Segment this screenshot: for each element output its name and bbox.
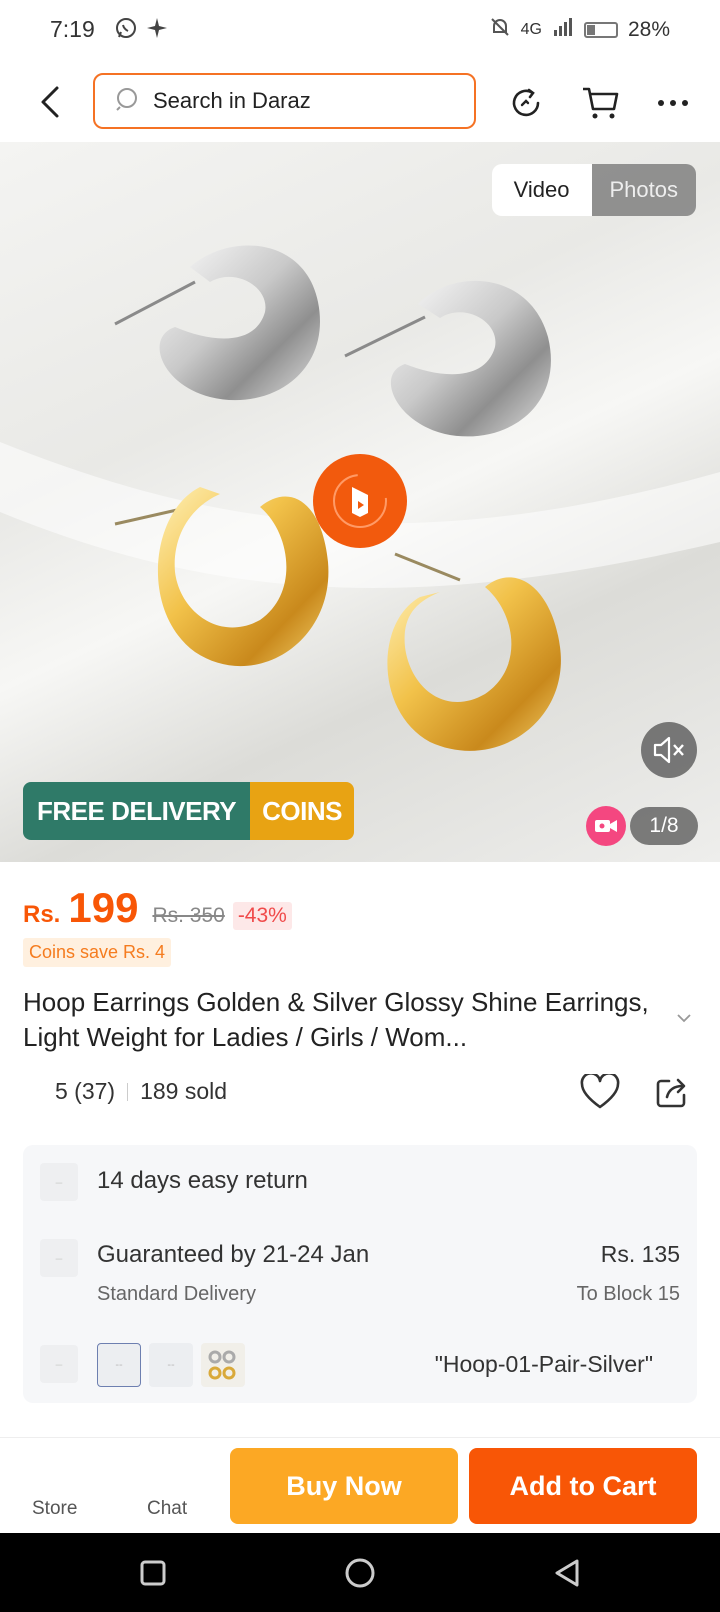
mute-button[interactable] — [641, 722, 697, 778]
more-menu-button[interactable] — [650, 80, 696, 126]
selected-variant[interactable]: "Hoop-01-Pair-Silver" — [435, 1351, 653, 1378]
current-price: 199 — [68, 884, 139, 931]
store-button[interactable]: Store — [32, 1498, 77, 1520]
rating-row[interactable]: 5 (37) 189 sold — [55, 1078, 227, 1105]
recent-apps-button[interactable] — [133, 1553, 173, 1593]
buy-now-button[interactable]: Buy Now — [230, 1448, 458, 1524]
sparkle-icon — [146, 17, 168, 44]
delivery-guarantee[interactable]: Guaranteed by 21-24 Jan — [97, 1241, 369, 1269]
circle-icon — [345, 1558, 375, 1588]
triangle-back-icon — [555, 1559, 579, 1587]
speaker-muted-icon — [653, 736, 684, 764]
tab-video[interactable]: Video — [491, 164, 592, 216]
back-button[interactable] — [30, 80, 70, 124]
more-icon — [658, 100, 688, 106]
search-placeholder: Search in Daraz — [153, 88, 311, 113]
divider — [127, 1082, 129, 1101]
price-row: Rs. 199 Rs. 350 -43% — [23, 884, 292, 932]
share-icon — [656, 1078, 686, 1108]
system-back-button[interactable] — [547, 1553, 587, 1593]
square-icon — [140, 1560, 166, 1586]
signal-icon — [552, 17, 574, 43]
battery-icon — [583, 22, 618, 38]
variant-thumb-3[interactable] — [201, 1343, 245, 1387]
return-icon: – — [40, 1163, 78, 1201]
search-input[interactable]: Search in Daraz — [93, 73, 476, 129]
coins-badge: COINS — [250, 782, 354, 840]
delivery-type: Standard Delivery — [97, 1283, 256, 1305]
free-delivery-badge: FREE DELIVERY — [23, 782, 251, 840]
variant-thumb-1[interactable]: -- — [97, 1343, 141, 1387]
mute-bell-icon — [489, 16, 511, 44]
share-button[interactable] — [652, 1072, 692, 1112]
media-page-counter: 1/8 — [630, 807, 698, 845]
cart-button[interactable] — [578, 80, 624, 126]
delivery-icon: – — [40, 1239, 78, 1277]
delivery-location[interactable]: To Block 15 — [577, 1283, 680, 1306]
system-nav-bar — [0, 1533, 720, 1612]
delivery-price: Rs. 135 — [600, 1241, 680, 1267]
coins-save-badge: Coins save Rs. 4 — [23, 938, 172, 967]
rating-text: 5 (37) — [55, 1078, 116, 1104]
chat-button[interactable]: Chat — [147, 1498, 187, 1520]
variant-thumb-2[interactable]: -- — [149, 1343, 193, 1387]
top-header: Search in Daraz — [0, 62, 720, 142]
add-to-cart-button[interactable]: Add to Cart — [469, 1448, 697, 1524]
sold-count: 189 sold — [140, 1078, 228, 1104]
daraz-play-icon — [333, 474, 387, 528]
heart-icon — [580, 1074, 620, 1109]
home-button[interactable] — [340, 1553, 380, 1593]
promo-banner: FREE DELIVERY COINS — [23, 782, 354, 840]
whatsapp-icon — [114, 16, 138, 45]
chevron-down-icon[interactable] — [676, 1010, 692, 1028]
refresh-button[interactable] — [503, 80, 549, 126]
product-title[interactable]: Hoop Earrings Golden & Silver Glossy Shi… — [23, 985, 663, 1055]
info-card: – 14 days easy return – Guaranteed by 21… — [23, 1145, 697, 1403]
return-policy[interactable]: 14 days easy return — [97, 1167, 308, 1195]
cart-icon — [583, 87, 619, 119]
price-currency: Rs. — [23, 901, 61, 928]
chevron-left-icon — [41, 86, 59, 118]
original-price: Rs. 350 — [152, 904, 225, 927]
product-media[interactable]: Video Photos FREE DELIVERY COINS 1/8 — [0, 142, 720, 862]
bottom-action-bar: Store Chat Buy Now Add to Cart — [0, 1437, 720, 1533]
video-camera-icon[interactable] — [586, 806, 626, 846]
wishlist-button[interactable] — [578, 1070, 622, 1114]
play-video-button[interactable] — [313, 454, 407, 548]
battery-percent: 28% — [627, 18, 670, 41]
variant-icon: – — [40, 1345, 78, 1383]
tab-photos[interactable]: Photos — [591, 164, 696, 216]
network-label: 4G — [520, 21, 542, 38]
search-icon — [115, 86, 141, 117]
discount-badge: -43% — [232, 902, 292, 930]
media-toggle: Video Photos — [491, 164, 696, 216]
status-bar: 7:19 4G 28% — [0, 0, 720, 62]
refresh-icon — [512, 88, 540, 117]
status-time: 7:19 — [50, 16, 95, 42]
